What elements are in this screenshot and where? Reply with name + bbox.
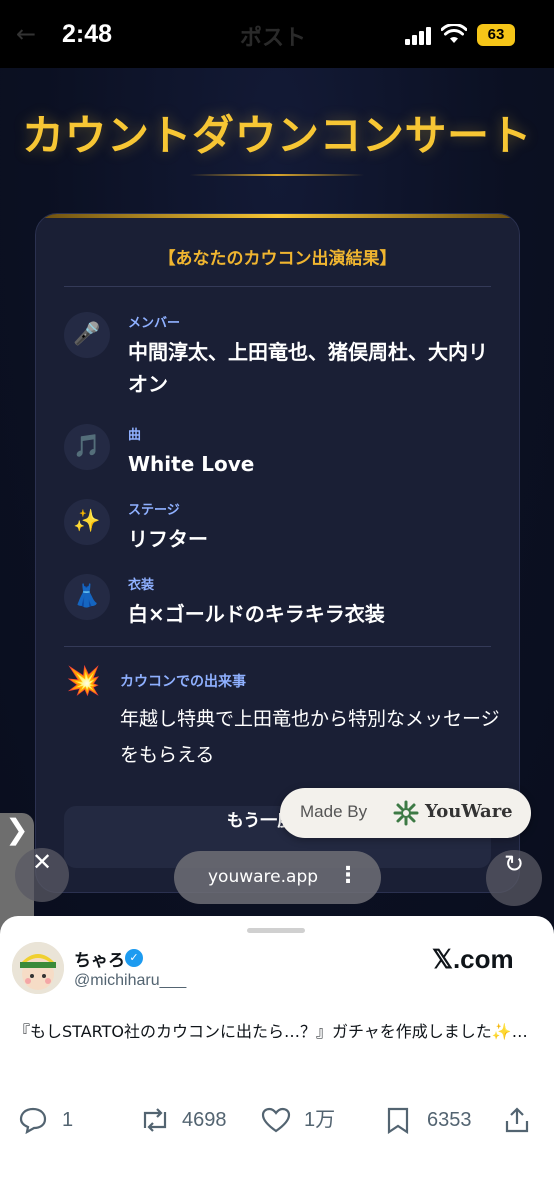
- bookmark-button[interactable]: 6353: [383, 1102, 493, 1138]
- bookmark-icon: [387, 1107, 409, 1134]
- cellular-signal-icon: [405, 27, 433, 45]
- more-options-icon[interactable]: ⋮: [337, 863, 359, 888]
- made-by-prefix: Made By: [300, 802, 368, 821]
- web-app-view: カウントダウンコンサート 【あなたのカウコン出演結果】 🎤 メンバー 中間淳太、…: [0, 68, 554, 928]
- author-name[interactable]: ちゃろ: [74, 946, 125, 971]
- card-header: 【あなたのカウコン出演結果】: [158, 249, 397, 269]
- reply-icon: [19, 1107, 47, 1134]
- explosion-icon: 💥: [66, 664, 101, 697]
- status-page-title: ポスト: [240, 26, 307, 51]
- result-row-song: 🎵 曲 White Love: [64, 424, 494, 484]
- title-divider: [190, 174, 364, 176]
- close-icon[interactable]: ✕: [15, 848, 69, 902]
- row-label: 衣装: [128, 578, 155, 593]
- row-value: リフター: [128, 527, 208, 551]
- event-label: カウコンでの出来事: [120, 674, 246, 690]
- made-by-brand: YouWare: [425, 801, 513, 822]
- avatar-illustration-icon: [12, 942, 64, 994]
- result-row-costume: 👗 衣装 白×ゴールドのキラキラ衣装: [64, 574, 494, 634]
- avatar[interactable]: [12, 942, 64, 994]
- share-button[interactable]: [502, 1102, 534, 1138]
- post-text[interactable]: 『もしSTARTO社のカウコンに出たら…？』ガチャを作成しました✨…: [14, 1018, 544, 1046]
- battery-indicator: 63: [477, 24, 515, 46]
- event-text: 年越し特典で上田竜也から特別なメッセージをもらえる: [120, 708, 500, 766]
- result-row-member: 🎤 メンバー 中間淳太、上田竜也、猪俣周杜、大内リオン: [64, 312, 494, 396]
- page-title: カウントダウンコンサート: [21, 111, 532, 160]
- row-value: 白×ゴールドのキラキラ衣装: [128, 602, 385, 626]
- heart-icon: [261, 1107, 291, 1133]
- repost-icon: [143, 1108, 167, 1132]
- row-value: White Love: [128, 452, 255, 476]
- like-count: 1万: [304, 1109, 336, 1131]
- sparkles-icon: ✨: [64, 499, 110, 545]
- back-arrow-icon[interactable]: ←: [16, 20, 36, 48]
- row-label: 曲: [128, 428, 142, 443]
- made-by-youware-badge[interactable]: Made By YouWare: [280, 788, 531, 838]
- dress-icon: 👗: [64, 574, 110, 620]
- card-divider: [64, 286, 491, 287]
- row-value: 中間淳太、上田竜也、猪俣周杜、大内リオン: [128, 340, 488, 396]
- card-divider: [64, 646, 491, 647]
- verified-badge-icon: ✓: [125, 949, 143, 967]
- repost-button[interactable]: 4698: [138, 1102, 258, 1138]
- microphone-icon: 🎤: [64, 312, 110, 358]
- post-preview-sheet: ちゃろ ✓ @michiharu___ 𝕏.com 『もしSTARTO社のカウコ…: [0, 916, 554, 1199]
- status-time: 2:48: [62, 20, 113, 48]
- sheet-grabber[interactable]: [247, 928, 305, 933]
- share-icon: [505, 1107, 529, 1133]
- author-handle[interactable]: @michiharu___: [74, 972, 186, 990]
- x-com-link[interactable]: 𝕏.com: [432, 944, 514, 975]
- post-actions-bar: 1 4698 1万 6353: [0, 1102, 554, 1138]
- status-bar: ← 2:48 ポスト 63: [0, 0, 554, 68]
- youware-logo-icon: [393, 800, 419, 826]
- bookmark-count: 6353: [427, 1109, 472, 1131]
- reload-icon[interactable]: ↻: [486, 850, 542, 906]
- reply-button[interactable]: 1: [18, 1102, 88, 1138]
- like-button[interactable]: 1万: [260, 1102, 360, 1138]
- reply-count: 1: [62, 1109, 74, 1131]
- row-label: メンバー: [128, 316, 181, 331]
- music-notes-icon: 🎵: [64, 424, 110, 470]
- url-text: youware.app: [208, 867, 319, 887]
- result-row-stage: ✨ ステージ リフター: [64, 499, 494, 559]
- url-bar[interactable]: youware.app ⋮: [174, 851, 381, 904]
- repost-count: 4698: [182, 1109, 227, 1131]
- row-label: ステージ: [128, 503, 180, 518]
- wifi-icon: [441, 24, 467, 43]
